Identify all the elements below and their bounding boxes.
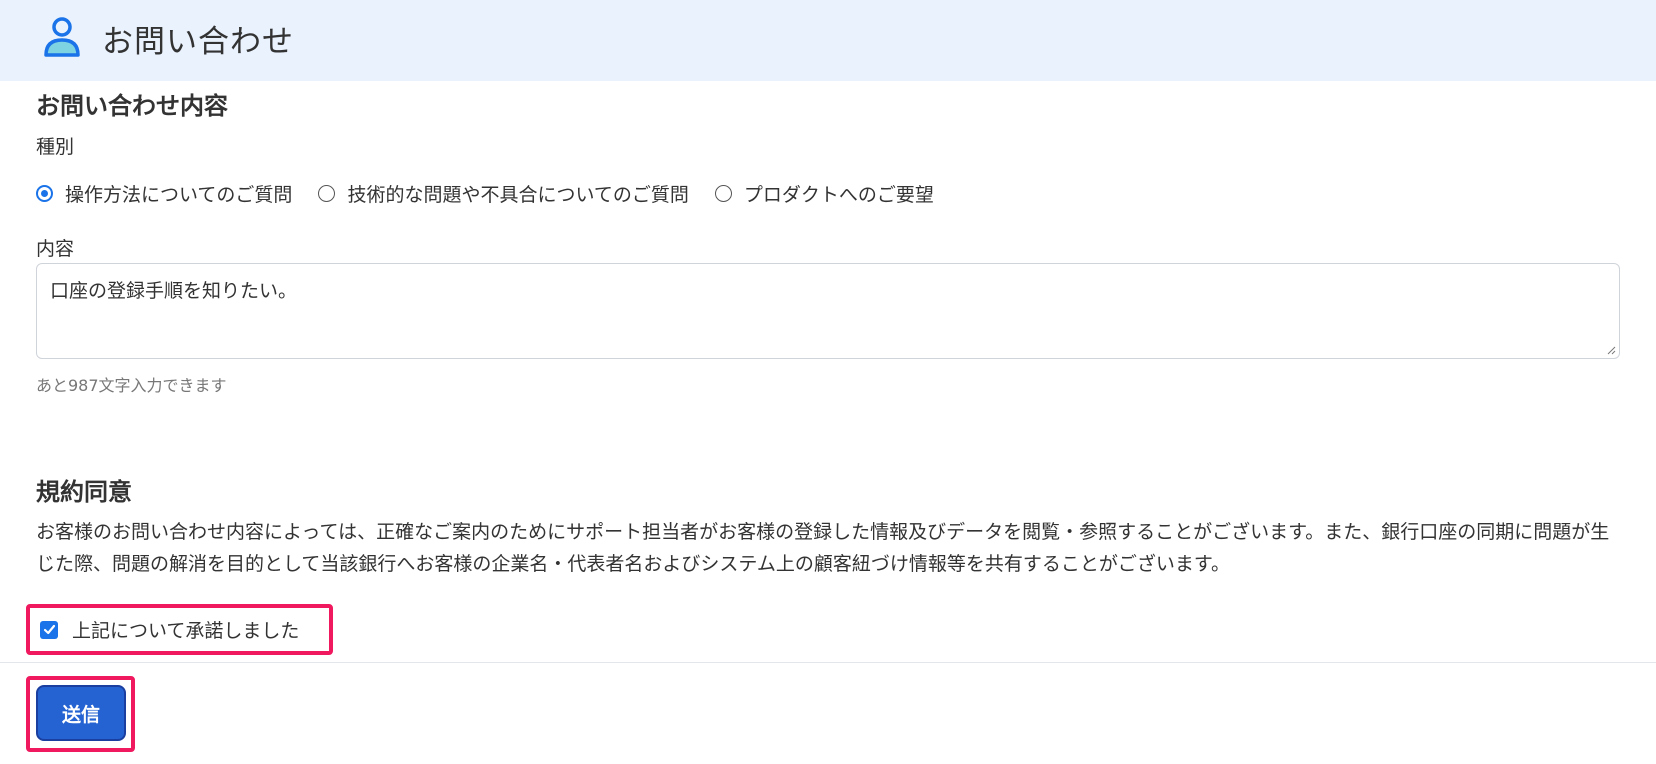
content-label: 内容: [36, 238, 75, 260]
agree-checkbox[interactable]: [40, 620, 58, 639]
check-icon: [43, 624, 55, 635]
footer-divider: [0, 662, 1656, 663]
inquiry-type-radio-group: 操作方法についてのご質問 技術的な問題や不具合についてのご質問 プロダクトへのご…: [36, 179, 960, 207]
radio-label: 技術的な問題や不具合についてのご質問: [347, 183, 689, 206]
radio-option-operation[interactable]: 操作方法についてのご質問: [36, 180, 292, 207]
submit-button[interactable]: 送信: [36, 685, 126, 741]
terms-body: お客様のお問い合わせ内容によっては、正確なご案内のためにサポート担当者がお客様の…: [36, 521, 1610, 575]
radio-label: 操作方法についてのご質問: [65, 183, 293, 206]
inquiry-section-title: お問い合わせ内容: [36, 92, 228, 120]
radio-button[interactable]: [318, 184, 336, 202]
page-header: お問い合わせ: [0, 0, 1656, 81]
radio-button-checked[interactable]: [36, 184, 53, 202]
user-icon: [44, 17, 80, 57]
page-title: お問い合わせ: [102, 24, 294, 60]
resize-handle-icon[interactable]: [1606, 345, 1616, 355]
agree-label: 上記について承諾しました: [72, 620, 300, 642]
agree-checkbox-row[interactable]: 上記について承諾しました: [26, 604, 333, 655]
content-text: 口座の登録手順を知りたい。: [50, 280, 298, 302]
radio-option-request[interactable]: プロダクトへのご要望: [714, 180, 934, 207]
radio-option-technical[interactable]: 技術的な問題や不具合についてのご質問: [318, 180, 689, 207]
radio-button[interactable]: [714, 184, 732, 202]
char-count-hint: あと987文字入力できます: [36, 376, 227, 395]
terms-section-title: 規約同意: [36, 478, 132, 506]
radio-label: プロダクトへのご要望: [743, 183, 934, 206]
type-label: 種別: [36, 136, 75, 158]
content-textarea[interactable]: 口座の登録手順を知りたい。: [36, 263, 1620, 359]
